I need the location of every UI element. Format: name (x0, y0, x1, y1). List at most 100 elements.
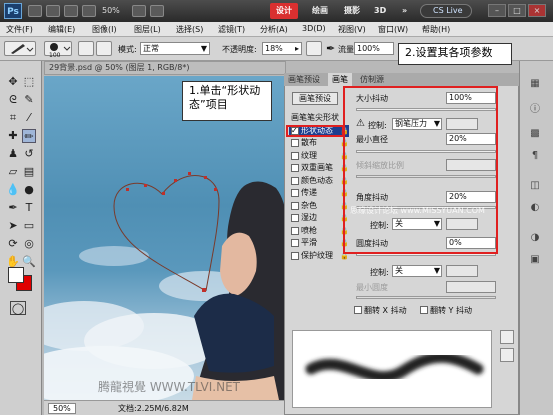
menu-select[interactable]: 选择(S) (176, 24, 203, 35)
tab-brush[interactable]: 画笔 (328, 73, 352, 86)
menu-window[interactable]: 窗口(W) (378, 24, 408, 35)
maximize-button[interactable]: □ (508, 4, 526, 17)
hand-icon[interactable] (64, 5, 78, 17)
close-button[interactable]: × (528, 4, 546, 17)
minimize-button[interactable]: – (488, 4, 506, 17)
channels-icon[interactable]: ◐ (527, 202, 543, 216)
tab-clone-source[interactable]: 仿制源 (356, 73, 388, 86)
menu-3d[interactable]: 3D(D) (302, 24, 326, 33)
bridge-icon[interactable] (28, 5, 42, 17)
marquee-tool-icon[interactable]: ⬚ (22, 75, 36, 89)
checkbox[interactable] (291, 139, 299, 148)
mode-select[interactable]: 正常 ▼ (140, 42, 210, 55)
tool-preset-picker[interactable] (4, 41, 36, 56)
eyedropper-icon[interactable]: ⁄ (22, 111, 36, 125)
brush-grid-icon[interactable] (500, 348, 514, 362)
checkbox[interactable] (291, 251, 299, 260)
menu-help[interactable]: 帮助(H) (422, 24, 450, 35)
list-item-dual-brush[interactable]: 双重画笔 🔒 (289, 162, 349, 175)
list-item-wet-edges[interactable]: 湿边 🔒 (289, 212, 349, 225)
workspace-paint[interactable]: 绘画 (306, 3, 334, 19)
flow-field[interactable]: 100% (354, 42, 394, 55)
workspace-design[interactable]: 设计 (270, 3, 298, 19)
masks-icon[interactable]: ▣ (527, 254, 543, 268)
3d-rotate-icon[interactable]: ⟳ (6, 237, 20, 251)
layers-icon[interactable]: ◫ (527, 180, 543, 194)
list-item-color-dynamics[interactable]: 颜色动态 🔒 (289, 175, 349, 188)
menu-analysis[interactable]: 分析(A) (260, 24, 288, 35)
info-icon[interactable]: ⓘ (527, 100, 543, 115)
path-select-icon[interactable]: ➤ (6, 219, 20, 233)
swatches-icon[interactable]: ▩ (527, 128, 543, 142)
healing-brush-icon[interactable]: ✚ (6, 129, 20, 143)
menu-filter[interactable]: 滤镜(T) (218, 24, 245, 35)
airbrush-icon[interactable]: ✒ (326, 42, 335, 55)
document-tab[interactable]: 29背景.psd @ 50% (图层 1, RGB/8*) (44, 61, 286, 75)
checkbox[interactable] (291, 176, 299, 185)
list-item-scatter[interactable]: 散布 🔒 (289, 137, 349, 150)
list-item-smoothing[interactable]: 平滑 🔒 (289, 237, 349, 250)
list-item-airbrush[interactable]: 喷枪 🔒 (289, 225, 349, 238)
checkbox[interactable] (291, 239, 299, 248)
foreground-color-front[interactable] (8, 267, 24, 283)
clone-stamp-icon[interactable]: ♟ (6, 147, 20, 161)
zoom-icon[interactable] (82, 5, 96, 17)
dodge-icon[interactable]: ● (22, 183, 36, 197)
adjustments-icon[interactable]: ◑ (527, 232, 543, 246)
checkbox[interactable] (291, 201, 299, 210)
control-fade-field-3[interactable] (446, 265, 478, 277)
new-brush-icon[interactable] (500, 330, 514, 344)
checkbox[interactable] (291, 189, 299, 198)
zoom-tool-icon[interactable]: 🔍 (22, 255, 36, 269)
blur-icon[interactable]: 💧 (6, 183, 20, 197)
cs-live-button[interactable]: CS Live (420, 4, 472, 18)
brush-presets-button[interactable]: 画笔预设 (292, 92, 338, 105)
paragraph-icon[interactable]: ¶ (527, 150, 543, 164)
control-select-3[interactable]: 关 ▼ (392, 265, 442, 277)
list-item-texture[interactable]: 纹理 🔒 (289, 150, 349, 163)
opacity-field[interactable]: 18% ▸ (262, 42, 302, 55)
list-item-protect-texture[interactable]: 保护纹理 🔒 (289, 250, 349, 263)
tab-brush-presets[interactable]: 画笔预设 (284, 73, 324, 86)
gradient-icon[interactable]: ▤ (22, 165, 36, 179)
flip-x-checkbox[interactable] (354, 306, 362, 314)
pen-tool-icon[interactable]: ✒ (6, 201, 20, 215)
menu-edit[interactable]: 编辑(E) (48, 24, 75, 35)
toggle-clone-panel-button[interactable] (96, 41, 112, 56)
screen-mode-icon[interactable] (150, 5, 164, 17)
checkbox[interactable] (291, 151, 299, 160)
document-canvas[interactable]: 腾龍視覺 WWW.TLVI.NET (44, 76, 286, 400)
pressure-opacity-button[interactable] (306, 41, 322, 56)
workspace-3d[interactable]: 3D (368, 3, 392, 19)
histogram-icon[interactable]: ▦ (527, 78, 543, 92)
menu-view[interactable]: 视图(V) (338, 24, 366, 35)
more-workspaces[interactable]: » (396, 3, 413, 19)
crop-tool-icon[interactable]: ⌗ (6, 111, 20, 125)
workspace-photo[interactable]: 摄影 (338, 3, 366, 19)
list-item-transfer[interactable]: 传递 🔒 (289, 187, 349, 200)
toggle-brush-panel-button[interactable] (78, 41, 94, 56)
status-zoom[interactable]: 50% (48, 403, 76, 414)
zoom-level[interactable]: 50% (102, 6, 120, 15)
menu-image[interactable]: 图像(I) (92, 24, 117, 35)
lasso-tool-icon[interactable]: ᘓ (6, 93, 20, 107)
list-item-noise[interactable]: 杂色 🔒 (289, 200, 349, 213)
checkbox[interactable] (291, 226, 299, 235)
flip-y-checkbox[interactable] (420, 306, 428, 314)
list-item-tip-shape[interactable]: 画笔笔尖形状 (289, 112, 349, 125)
checkbox[interactable] (291, 164, 299, 173)
quick-mask-icon[interactable]: ◯ (10, 301, 26, 315)
brush-tool-icon[interactable]: ✏ (22, 129, 36, 143)
arrange-icon[interactable] (132, 5, 146, 17)
quick-select-icon[interactable]: ✎ (22, 93, 36, 107)
3d-orbit-icon[interactable]: ◎ (22, 237, 36, 251)
move-tool-icon[interactable]: ✥ (6, 75, 20, 89)
checkbox[interactable] (291, 214, 299, 223)
history-brush-icon[interactable]: ↺ (22, 147, 36, 161)
shape-tool-icon[interactable]: ▭ (22, 219, 36, 233)
type-tool-icon[interactable]: T (22, 201, 36, 215)
menu-layer[interactable]: 图层(L) (134, 24, 161, 35)
mini-bridge-icon[interactable] (46, 5, 60, 17)
menu-file[interactable]: 文件(F) (6, 24, 33, 35)
eraser-icon[interactable]: ▱ (6, 165, 20, 179)
